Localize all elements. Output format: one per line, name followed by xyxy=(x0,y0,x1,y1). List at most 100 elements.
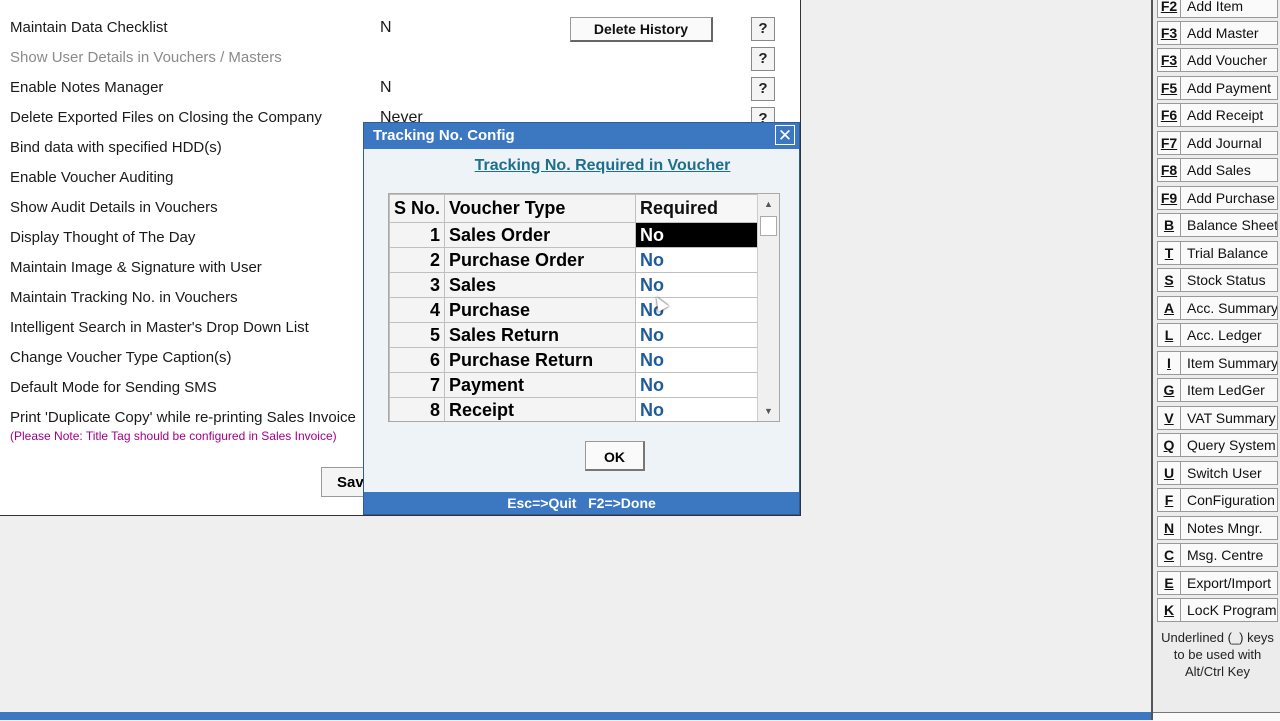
shortcut-acc-summary[interactable]: A Acc. Summary xyxy=(1157,296,1278,320)
shortcut-key: S xyxy=(1158,269,1181,291)
help-icon[interactable] xyxy=(751,77,775,101)
row-sno: 7 xyxy=(389,372,446,398)
shortcut-key: F2 xyxy=(1158,0,1181,17)
shortcut-label: Msg. Centre xyxy=(1187,547,1264,563)
shortcut-label: Add Receipt xyxy=(1187,107,1264,123)
shortcut-hint-line: to be used with xyxy=(1173,647,1262,662)
shortcut-add-receipt[interactable]: F6 Add Receipt xyxy=(1157,103,1278,127)
shortcut-add-payment[interactable]: F5 Add Payment xyxy=(1157,76,1278,100)
dialog-subtitle: Tracking No. Required in Voucher xyxy=(474,157,731,174)
setting-value[interactable]: N xyxy=(380,79,392,97)
shortcut-add-master[interactable]: F3 Add Master xyxy=(1157,21,1278,45)
setting-label: Show Audit Details in Vouchers xyxy=(10,199,218,216)
shortcut-add-journal[interactable]: F7 Add Journal xyxy=(1157,131,1278,155)
shortcut-key: V xyxy=(1158,407,1181,429)
table-row[interactable]: 1 Sales Order No xyxy=(389,222,763,248)
row-required[interactable]: No xyxy=(635,397,763,421)
shortcut-configuration[interactable]: F ConFiguration xyxy=(1157,488,1278,512)
shortcut-key: Q xyxy=(1158,434,1181,456)
grid-header-row: S No. Voucher Type Required xyxy=(389,194,763,223)
shortcut-label: Trial Balance xyxy=(1187,245,1269,261)
table-row[interactable]: 5 Sales Return No xyxy=(389,322,763,348)
shortcut-msg-centre[interactable]: C Msg. Centre xyxy=(1157,543,1278,567)
shortcut-label: Add Payment xyxy=(1187,80,1272,96)
shortcut-key: F9 xyxy=(1158,187,1181,209)
shortcut-lock-program[interactable]: K LocK Program xyxy=(1157,598,1278,622)
scroll-up-icon[interactable]: ▲ xyxy=(758,196,779,212)
setting-label: Enable Voucher Auditing xyxy=(10,169,174,186)
setting-value[interactable]: N xyxy=(380,19,392,37)
row-sno: 4 xyxy=(389,297,446,323)
delete-history-button[interactable]: Delete History xyxy=(570,17,713,42)
shortcut-vat-summary[interactable]: V VAT Summary xyxy=(1157,406,1278,430)
help-icon[interactable] xyxy=(751,47,775,71)
row-required[interactable]: No xyxy=(635,322,763,348)
shortcut-key: U xyxy=(1158,462,1181,484)
dialog-title: Tracking No. Config xyxy=(364,123,799,149)
tracking-config-dialog: Tracking No. Config ✕ Tracking No. Requi… xyxy=(363,122,800,515)
row-required[interactable]: No xyxy=(635,222,763,248)
column-header-sno: S No. xyxy=(389,194,446,223)
shortcut-add-voucher[interactable]: F3 Add Voucher xyxy=(1157,48,1278,72)
table-row[interactable]: 6 Purchase Return No xyxy=(389,347,763,373)
shortcut-label: Add Sales xyxy=(1187,162,1251,178)
shortcut-acc-ledger[interactable]: L Acc. Ledger xyxy=(1157,323,1278,347)
shortcut-label: Switch User xyxy=(1187,465,1262,481)
help-icon[interactable] xyxy=(751,17,775,41)
table-row[interactable]: 3 Sales No xyxy=(389,272,763,298)
shortcut-notes-manager[interactable]: N Notes Mngr. xyxy=(1157,516,1278,540)
shortcut-key: K xyxy=(1158,599,1181,621)
shortcut-item-ledger[interactable]: G Item LedGer xyxy=(1157,378,1278,402)
shortcut-key: E xyxy=(1158,572,1181,594)
row-voucher-type: Purchase xyxy=(444,297,637,323)
row-required[interactable]: No xyxy=(635,347,763,373)
shortcut-key: B xyxy=(1158,214,1181,236)
shortcut-label: Add Voucher xyxy=(1187,52,1268,68)
shortcut-key: F7 xyxy=(1158,132,1181,154)
row-required[interactable]: No xyxy=(635,272,763,298)
scroll-thumb[interactable] xyxy=(760,216,777,236)
shortcut-label: Add Purchase xyxy=(1187,190,1275,206)
row-voucher-type: Purchase Order xyxy=(444,247,637,273)
row-sno: 1 xyxy=(389,222,446,248)
status-bar xyxy=(0,712,1151,720)
ok-button[interactable]: OK xyxy=(585,441,645,471)
shortcut-balance-sheet[interactable]: B Balance Sheet xyxy=(1157,213,1278,237)
voucher-grid[interactable]: S No. Voucher Type Required 1 Sales Orde… xyxy=(388,193,780,422)
shortcut-label: Add Item xyxy=(1187,0,1244,14)
setting-label: Show User Details in Vouchers / Masters xyxy=(10,49,282,66)
grid-scrollbar[interactable]: ▲ ▼ xyxy=(757,194,779,421)
shortcut-hint-line: Underlined (_) keys xyxy=(1161,630,1274,645)
column-header-voucher-type: Voucher Type xyxy=(444,194,637,223)
setting-label: Maintain Tracking No. in Vouchers xyxy=(10,289,238,306)
table-row[interactable]: 2 Purchase Order No xyxy=(389,247,763,273)
table-row[interactable]: 7 Payment No xyxy=(389,372,763,398)
shortcut-item-summary[interactable]: I Item Summary xyxy=(1157,351,1278,375)
row-required[interactable]: No xyxy=(635,372,763,398)
shortcut-key: F6 xyxy=(1158,104,1181,126)
row-voucher-type: Purchase Return xyxy=(444,347,637,373)
shortcut-key: F3 xyxy=(1158,49,1181,71)
setting-label: Change Voucher Type Caption(s) xyxy=(10,349,232,366)
scroll-down-icon[interactable]: ▼ xyxy=(758,403,779,419)
shortcut-export-import[interactable]: E Export/Import xyxy=(1157,571,1278,595)
table-row[interactable]: 8 Receipt No xyxy=(389,397,763,421)
row-sno: 5 xyxy=(389,322,446,348)
shortcut-label: Add Journal xyxy=(1187,135,1262,151)
shortcut-switch-user[interactable]: U Switch User xyxy=(1157,461,1278,485)
setting-label: Bind data with specified HDD(s) xyxy=(10,139,222,156)
row-required[interactable]: No xyxy=(635,247,763,273)
shortcut-key: F5 xyxy=(1158,77,1181,99)
shortcut-key: F xyxy=(1158,489,1181,511)
setting-label: Enable Notes Manager xyxy=(10,79,164,96)
table-row[interactable]: 4 Purchase No xyxy=(389,297,763,323)
shortcut-stock-status[interactable]: S Stock Status xyxy=(1157,268,1278,292)
shortcut-add-sales[interactable]: F8 Add Sales xyxy=(1157,158,1278,182)
shortcut-query-system[interactable]: Q Query System xyxy=(1157,433,1278,457)
shortcut-add-purchase[interactable]: F9 Add Purchase xyxy=(1157,186,1278,210)
row-sno: 8 xyxy=(389,397,446,421)
shortcut-add-item[interactable]: F2 Add Item xyxy=(1157,0,1278,18)
shortcut-label: ConFiguration xyxy=(1187,492,1275,508)
close-icon[interactable]: ✕ xyxy=(775,125,795,145)
shortcut-trial-balance[interactable]: T Trial Balance xyxy=(1157,241,1278,265)
